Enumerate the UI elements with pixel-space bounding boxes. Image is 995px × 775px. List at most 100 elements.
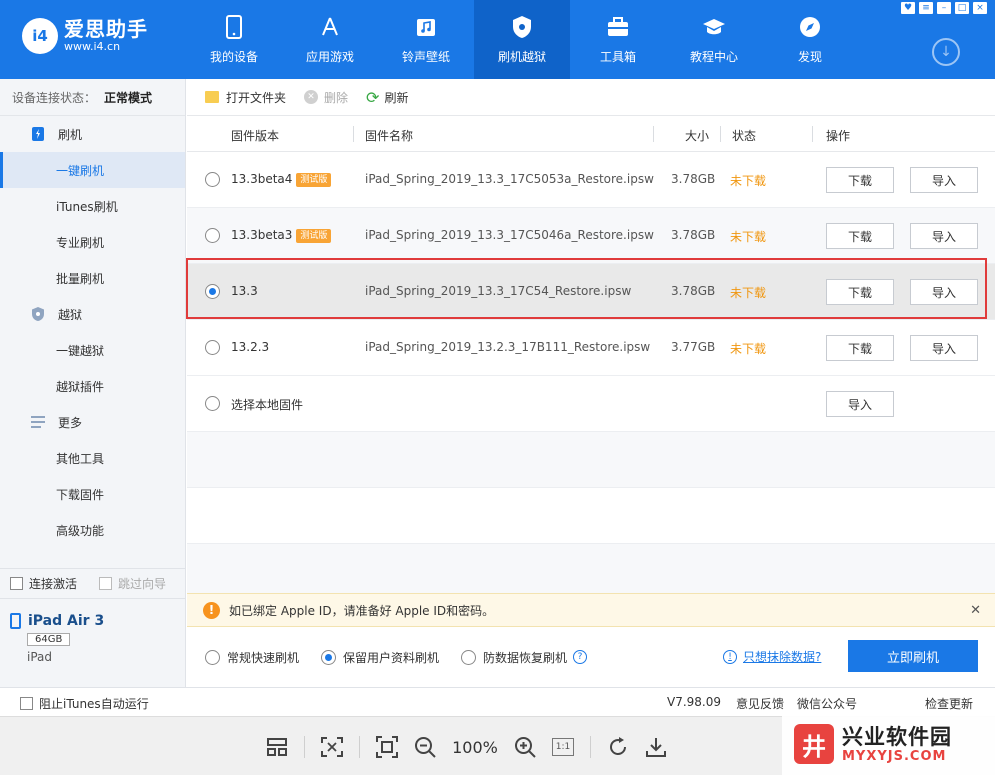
compass-icon xyxy=(797,14,823,40)
firmware-radio[interactable] xyxy=(205,340,220,355)
beta-badge: 测试版 xyxy=(296,229,332,243)
nav-discover[interactable]: 发现 xyxy=(762,0,858,79)
app-version: V7.98.09 xyxy=(667,695,722,709)
delete-button[interactable]: ✕ 删除 xyxy=(304,89,348,106)
block-itunes-checkbox[interactable] xyxy=(20,697,33,710)
table-row[interactable]: 13.3beta4 测试版 iPad_Spring_2019_13.3_17C50… xyxy=(187,152,995,208)
layout-icon[interactable] xyxy=(258,733,296,761)
check-update-link[interactable]: 检查更新 xyxy=(925,695,973,712)
main-panel: 打开文件夹 ✕ 删除 ⟳ 刷新 固件版本 固件名称 大小 状态 操作 13.3b… xyxy=(187,79,995,687)
table-row[interactable]: 13.2.3 iPad_Spring_2019_13.2.3_17B111_Re… xyxy=(187,320,995,376)
mode-radio[interactable] xyxy=(461,649,477,665)
nav-tutorial-center[interactable]: 教程中心 xyxy=(666,0,762,79)
open-folder-button[interactable]: 打开文件夹 xyxy=(205,89,286,106)
nav-flash-jailbreak[interactable]: 刷机越狱 xyxy=(474,0,570,79)
sidebar-item-one-click-flash[interactable]: 一键刷机 xyxy=(0,152,185,188)
device-card[interactable]: iPad Air 3 64GB iPad xyxy=(0,598,185,687)
rotate-icon[interactable] xyxy=(599,733,637,761)
sidebar-item-one-click-jailbreak[interactable]: 一键越狱 xyxy=(0,332,185,368)
firmware-radio-selected[interactable] xyxy=(205,284,220,299)
wechat-link[interactable]: 微信公众号 xyxy=(797,695,857,712)
download-button[interactable]: 下载 xyxy=(826,167,894,193)
zoom-out-icon[interactable] xyxy=(406,733,444,761)
window-controls: ♥ ≡ – □ × xyxy=(901,2,987,14)
actual-size-icon[interactable]: 1:1 xyxy=(544,733,582,761)
sidebar-item-itunes-flash[interactable]: iTunes刷机 xyxy=(0,188,185,224)
graduation-cap-icon xyxy=(701,14,727,40)
fullscreen-icon[interactable] xyxy=(368,733,406,761)
local-firmware-radio[interactable] xyxy=(205,396,220,411)
app-header: i4 爱思助手 www.i4.cn 我的设备 应用游戏 铃声壁纸 刷机越狱 工具… xyxy=(0,0,995,79)
sidebar-options: 连接激活 跳过向导 xyxy=(0,568,185,598)
flash-options: 常规快速刷机 保留用户资料刷机 防数据恢复刷机 ? ! 只想抹除数据? 立即刷机 xyxy=(187,627,995,687)
local-import-button[interactable]: 导入 xyxy=(826,391,894,417)
device-capacity: 64GB xyxy=(27,633,71,646)
nav-toolbox[interactable]: 工具箱 xyxy=(570,0,666,79)
device-type: iPad xyxy=(27,650,53,664)
skin-icon[interactable]: ♥ xyxy=(901,2,915,14)
firmware-radio[interactable] xyxy=(205,172,220,187)
maximize-icon[interactable]: □ xyxy=(955,2,969,14)
mode-radio[interactable] xyxy=(205,649,220,665)
sidebar-group-jailbreak[interactable]: 越狱 xyxy=(0,296,185,332)
nav-my-device[interactable]: 我的设备 xyxy=(186,0,282,79)
download-button[interactable]: 下载 xyxy=(826,223,894,249)
import-button[interactable]: 导入 xyxy=(910,279,978,305)
mode-radio-selected[interactable] xyxy=(321,649,337,665)
download-manager-icon[interactable]: ↓ xyxy=(932,38,960,66)
mode-keep-data-flash[interactable]: 保留用户资料刷机 xyxy=(321,649,439,666)
import-button[interactable]: 导入 xyxy=(910,335,978,361)
table-row[interactable]: 13.3beta3 测试版 iPad_Spring_2019_13.3_17C50… xyxy=(187,208,995,264)
zoom-in-icon[interactable] xyxy=(506,733,544,761)
mode-anti-recovery-flash[interactable]: 防数据恢复刷机 ? xyxy=(461,649,588,666)
flash-now-button[interactable]: 立即刷机 xyxy=(848,640,978,672)
delete-icon: ✕ xyxy=(304,90,319,104)
refresh-button[interactable]: ⟳ 刷新 xyxy=(366,88,408,107)
save-download-icon[interactable] xyxy=(637,733,675,761)
mode-quick-flash[interactable]: 常规快速刷机 xyxy=(205,649,299,666)
sidebar-item-download-firmware[interactable]: 下载固件 xyxy=(0,476,185,512)
flash-phone-icon xyxy=(30,126,46,142)
sidebar-item-jailbreak-plugins[interactable]: 越狱插件 xyxy=(0,368,185,404)
import-button[interactable]: 导入 xyxy=(910,223,978,249)
sidebar-item-batch-flash[interactable]: 批量刷机 xyxy=(0,260,185,296)
download-button[interactable]: 下载 xyxy=(826,279,894,305)
info-icon: ! xyxy=(723,649,737,664)
list-icon xyxy=(30,414,46,430)
status-badge: 未下载 xyxy=(730,286,767,300)
nav-ringtones-wallpapers[interactable]: 铃声壁纸 xyxy=(378,0,474,79)
app-logo: i4 爱思助手 www.i4.cn xyxy=(22,18,148,54)
menu-icon[interactable]: ≡ xyxy=(919,2,933,14)
table-row-selected[interactable]: 13.3 iPad_Spring_2019_13.3_17C54_Restore… xyxy=(187,264,995,320)
zoom-level: 100% xyxy=(452,737,498,757)
skip-guide-checkbox[interactable] xyxy=(99,577,113,590)
import-button[interactable]: 导入 xyxy=(910,167,978,193)
minimize-icon[interactable]: – xyxy=(937,2,951,14)
shield-icon xyxy=(30,306,46,322)
table-row-local-firmware[interactable]: 选择本地固件 导入 xyxy=(187,376,995,432)
flash-jailbreak-icon xyxy=(509,14,535,40)
device-name: iPad Air 3 xyxy=(28,613,105,629)
sidebar-item-pro-flash[interactable]: 专业刷机 xyxy=(0,224,185,260)
nav-apps-games[interactable]: 应用游戏 xyxy=(282,0,378,79)
refresh-icon: ⟳ xyxy=(366,87,380,107)
feedback-link[interactable]: 意见反馈 xyxy=(736,695,784,712)
sidebar-item-other-tools[interactable]: 其他工具 xyxy=(0,440,185,476)
col-actions: 操作 xyxy=(826,129,851,143)
download-button[interactable]: 下载 xyxy=(826,335,894,361)
sidebar-item-advanced[interactable]: 高级功能 xyxy=(0,512,185,548)
firmware-toolbar: 打开文件夹 ✕ 删除 ⟳ 刷新 xyxy=(187,79,995,116)
sidebar-group-flash[interactable]: 刷机 xyxy=(0,116,185,152)
sidebar-group-more[interactable]: 更多 xyxy=(0,404,185,440)
col-size: 大小 xyxy=(685,129,710,143)
firmware-radio[interactable] xyxy=(205,228,220,243)
close-icon[interactable]: ✕ xyxy=(970,603,981,618)
col-status: 状态 xyxy=(732,129,757,143)
auto-activate-checkbox[interactable] xyxy=(10,577,23,590)
apple-id-alert: ! 如已绑定 Apple ID，请准备好 Apple ID和密码。 ✕ xyxy=(187,593,995,627)
tablet-icon xyxy=(10,613,21,629)
erase-data-link[interactable]: ! 只想抹除数据? xyxy=(723,648,821,665)
close-icon[interactable]: × xyxy=(973,2,987,14)
help-icon[interactable]: ? xyxy=(573,650,588,664)
fit-screen-icon[interactable] xyxy=(313,733,351,761)
